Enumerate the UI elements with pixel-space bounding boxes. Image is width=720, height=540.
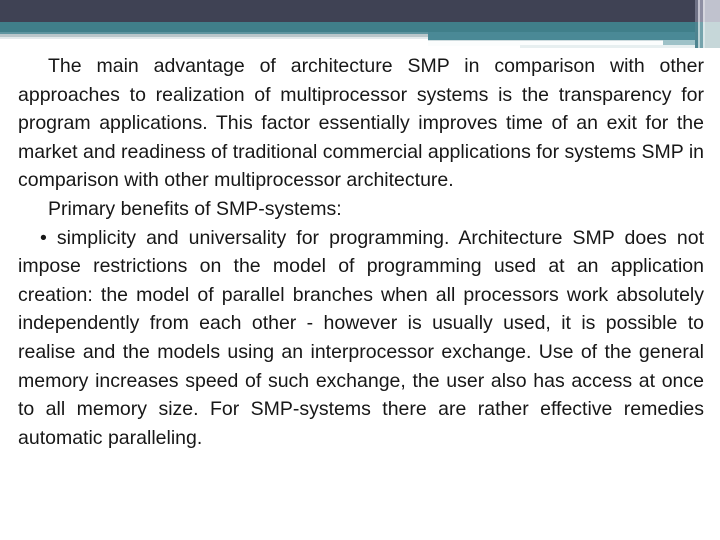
header-band-teal — [0, 22, 720, 32]
body-paragraph-3: • simplicity and universality for progra… — [18, 226, 704, 449]
body-paragraph-2: Primary benefits of SMP-systems: — [48, 197, 342, 220]
body-paragraph-1: The main advantage of architecture SMP i… — [18, 55, 704, 192]
slide-body-text: The main advantage of architecture SMP i… — [18, 52, 704, 452]
header-step-pale-lower — [520, 45, 695, 48]
header-band-navy — [0, 0, 720, 22]
stripe-lower-5 — [705, 22, 720, 48]
right-edge-stripes-lower — [695, 22, 720, 48]
header-step-teal-upper — [428, 32, 695, 40]
slide-canvas: The main advantage of architecture SMP i… — [0, 0, 720, 540]
